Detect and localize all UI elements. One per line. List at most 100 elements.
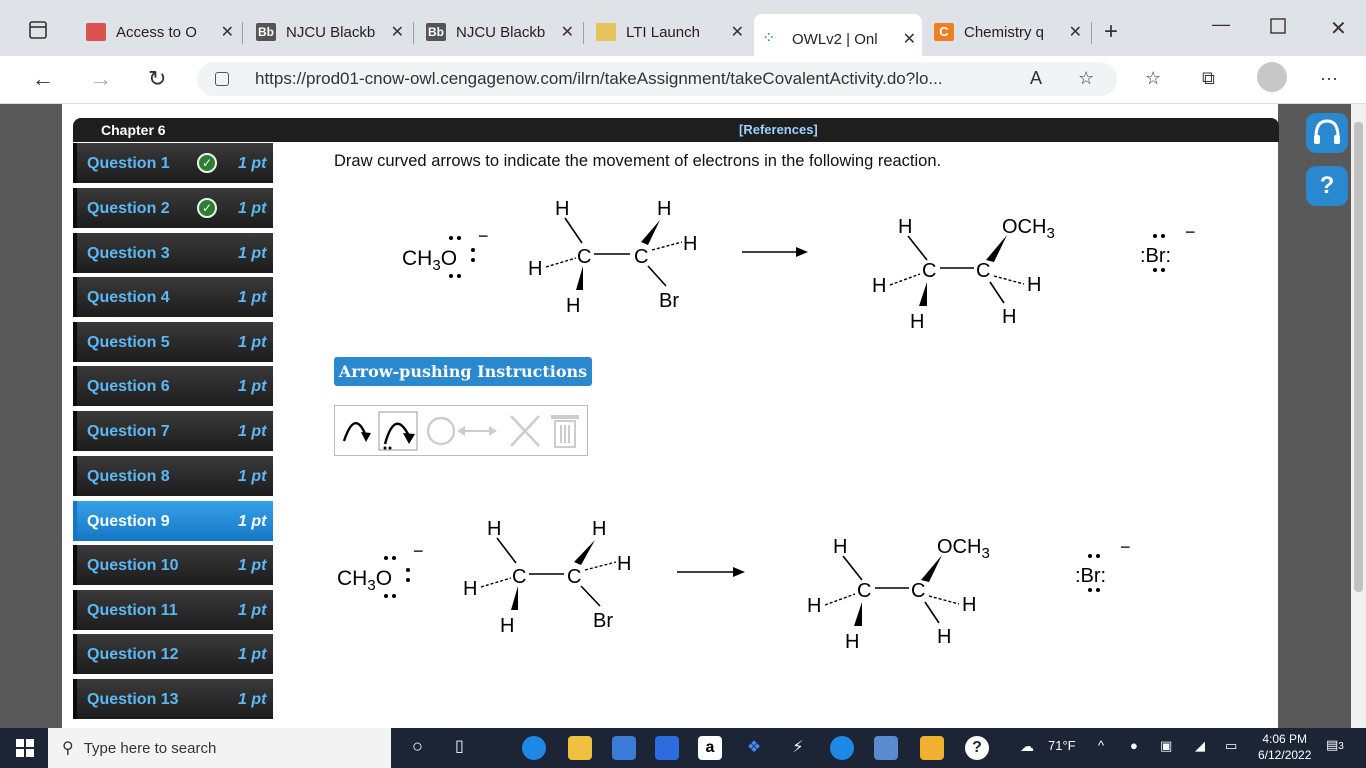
svg-text:H: H — [566, 295, 580, 317]
question-item-13[interactable]: Question 13 1 pt — [73, 679, 273, 719]
profile-avatar[interactable] — [1257, 62, 1287, 92]
reaction-drawing-canvas[interactable]: CH3O − H H C C H H H Br H OCH3 C C H H H… — [325, 505, 1155, 655]
resonance-arrow-icon[interactable] — [457, 426, 497, 436]
taskbar-search-input[interactable]: ⚲ Type here to search — [48, 728, 391, 768]
close-tab-icon[interactable]: ✕ — [731, 22, 744, 42]
browser-tab[interactable]: LTI Launch ✕ — [588, 16, 750, 48]
question-item-2[interactable]: Question 2 ✓ 1 pt — [73, 188, 273, 228]
photos-icon[interactable] — [874, 736, 898, 760]
favorites-list-icon[interactable]: ☆ — [1145, 68, 1161, 89]
forward-arrow-icon[interactable]: → — [90, 66, 112, 92]
electron-pair-arrow-icon[interactable] — [383, 422, 416, 450]
alert-icon[interactable]: ● — [1130, 738, 1138, 753]
browser-tab[interactable]: Bb NJCU Blackb ✕ — [418, 16, 580, 48]
trash-icon[interactable] — [551, 415, 579, 448]
cortana-icon[interactable]: ○ — [412, 736, 423, 757]
mail-icon[interactable] — [655, 736, 679, 760]
amazon-icon[interactable]: a — [698, 736, 722, 760]
minimize-icon[interactable]: — — [1212, 14, 1230, 35]
bromide-label[interactable]: :Br: — [1075, 565, 1106, 587]
browser-tab[interactable]: Access to O ✕ — [78, 16, 240, 48]
tab-title: OWLv2 | Onl — [792, 30, 878, 48]
search-icon: ⚲ — [62, 740, 74, 757]
checkmark-icon: ✓ — [197, 198, 217, 218]
svg-text:H: H — [555, 198, 569, 220]
file-explorer-icon[interactable] — [568, 736, 592, 760]
question-item-11[interactable]: Question 11 1 pt — [73, 590, 273, 630]
question-item-12[interactable]: Question 12 1 pt — [73, 634, 273, 674]
single-electron-arrow-icon[interactable] — [342, 422, 371, 442]
tab-actions-icon[interactable] — [28, 20, 48, 45]
question-item-5[interactable]: Question 5 1 pt — [73, 322, 273, 362]
headset-support-icon[interactable] — [1306, 113, 1348, 153]
wifi-icon[interactable]: ◢ — [1195, 738, 1205, 754]
question-label: Question 10 — [87, 557, 179, 574]
url-input[interactable]: https://prod01-cnow-owl.cengagenow.com/i… — [197, 62, 1117, 96]
references-link[interactable]: [References] — [739, 122, 818, 137]
browser-tab[interactable]: C Chemistry q ✕ — [926, 16, 1088, 48]
svg-text:C: C — [857, 580, 871, 602]
svg-text:H: H — [872, 275, 886, 297]
clock-time: 4:06 PM — [1262, 732, 1308, 746]
app-icon-2[interactable] — [920, 736, 944, 760]
headset-svg — [1314, 119, 1340, 144]
svg-text:C: C — [976, 260, 990, 282]
store-icon[interactable] — [612, 736, 636, 760]
task-view-icon[interactable]: ▯ — [455, 736, 464, 756]
toolbox-icons — [342, 411, 579, 451]
svg-text:C: C — [634, 246, 648, 268]
question-item-3[interactable]: Question 3 1 pt — [73, 233, 273, 273]
question-item-6[interactable]: Question 6 1 pt — [73, 366, 273, 406]
weather-temp[interactable]: 71°F — [1048, 738, 1076, 753]
edge-browser-icon[interactable] — [522, 736, 546, 760]
question-item-7[interactable]: Question 7 1 pt — [73, 411, 273, 451]
chevron-up-icon[interactable]: ^ — [1098, 738, 1104, 753]
question-item-10[interactable]: Question 10 1 pt — [73, 545, 273, 585]
rotate-icon[interactable] — [426, 416, 456, 446]
svg-text:H: H — [487, 518, 501, 540]
close-tab-icon[interactable]: ✕ — [221, 22, 234, 42]
teamviewer-icon[interactable] — [830, 736, 854, 760]
more-menu-icon[interactable]: ··· — [1320, 68, 1338, 89]
question-label: Question 5 — [87, 334, 170, 351]
help-question-icon[interactable]: ? — [1306, 166, 1348, 206]
close-tab-icon[interactable]: ✕ — [903, 29, 916, 49]
battery-icon[interactable]: ▭ — [1225, 738, 1237, 754]
nucleophile-label[interactable]: CH3O — [337, 567, 392, 594]
reload-icon[interactable]: ↻ — [148, 66, 166, 92]
browser-tab[interactable]: Bb NJCU Blackb ✕ — [248, 16, 410, 48]
page-scrollbar[interactable] — [1351, 104, 1366, 728]
question-item-8[interactable]: Question 8 1 pt — [73, 456, 273, 496]
question-label: Question 1 — [87, 155, 170, 172]
clock[interactable]: 4:06 PM 6/12/2022 — [1258, 732, 1311, 762]
delete-x-icon[interactable] — [510, 415, 540, 447]
screen-icon[interactable]: ▣ — [1160, 738, 1172, 754]
question-item-1[interactable]: Question 1 ✓ 1 pt — [73, 143, 273, 183]
question-points: 1 pt — [238, 557, 267, 574]
bromide-label: :Br: — [1140, 245, 1171, 267]
help-app-icon[interactable]: ? — [965, 736, 989, 760]
close-tab-icon[interactable]: ✕ — [561, 22, 574, 42]
question-label: Question 7 — [87, 423, 170, 440]
drawing-toolbox — [334, 405, 588, 456]
new-tab-icon[interactable]: + — [1104, 18, 1118, 46]
close-window-icon[interactable]: ✕ — [1330, 16, 1347, 41]
question-item-4[interactable]: Question 4 1 pt — [73, 277, 273, 317]
close-tab-icon[interactable]: ✕ — [391, 22, 404, 42]
question-label: Question 12 — [87, 646, 179, 663]
maximize-icon[interactable] — [1270, 18, 1286, 39]
arrow-pushing-instructions-button[interactable]: Arrow-pushing Instructions — [334, 357, 592, 386]
app-icon[interactable]: ⚡ — [786, 736, 810, 760]
svg-text:H: H — [833, 536, 847, 558]
back-arrow-icon[interactable]: ← — [32, 66, 54, 92]
notification-icon[interactable]: ▤3 — [1326, 737, 1344, 753]
favorite-star-icon[interactable]: ☆ — [1078, 68, 1094, 89]
read-aloud-icon[interactable]: A — [1030, 68, 1042, 89]
dropbox-icon[interactable]: ❖ — [742, 736, 766, 760]
scrollbar-thumb[interactable] — [1354, 122, 1363, 592]
collections-icon[interactable]: ⧉ — [1202, 68, 1215, 89]
close-tab-icon[interactable]: ✕ — [1069, 22, 1082, 42]
question-item-9[interactable]: Question 9 1 pt — [73, 501, 273, 541]
browser-tab-strip: Access to O ✕ Bb NJCU Blackb ✕ Bb NJCU B… — [0, 0, 1366, 64]
windows-start-icon[interactable] — [16, 739, 34, 762]
